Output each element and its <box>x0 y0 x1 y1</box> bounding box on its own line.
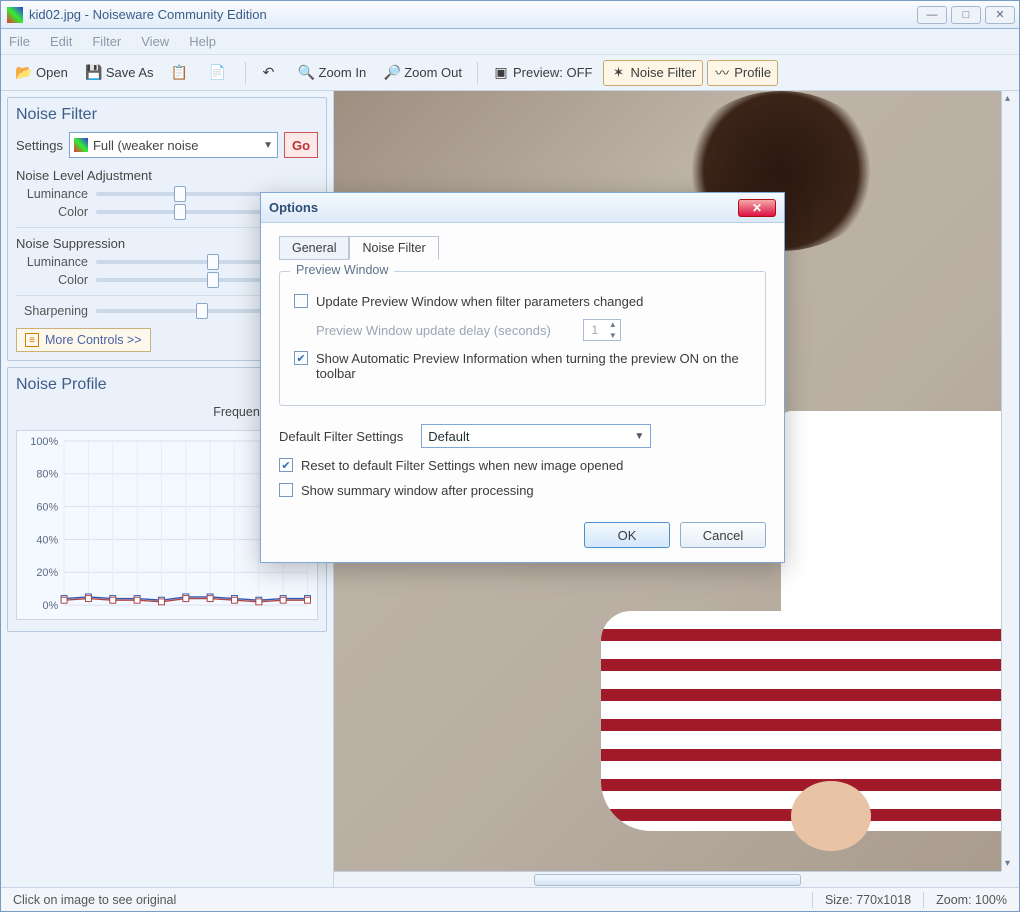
luminance-label: Luminance <box>16 187 88 201</box>
noise-filter-button[interactable]: ✶ Noise Filter <box>603 60 703 86</box>
reset-label: Reset to default Filter Settings when ne… <box>301 458 623 473</box>
color-label: Color <box>16 205 88 219</box>
undo-icon: ↶ <box>261 65 277 81</box>
menu-file[interactable]: File <box>9 34 30 49</box>
dialog-close-button[interactable]: ✕ <box>738 199 776 217</box>
preview-legend: Preview Window <box>290 263 394 277</box>
minimize-button[interactable]: — <box>917 6 947 24</box>
show-auto-label: Show Automatic Preview Information when … <box>316 351 751 381</box>
more-controls-button[interactable]: ≡ More Controls >> <box>16 328 151 352</box>
scroll-thumb[interactable] <box>534 874 801 886</box>
menu-filter[interactable]: Filter <box>92 34 121 49</box>
folder-open-icon: 📂 <box>16 65 32 81</box>
dialog-titlebar[interactable]: Options ✕ <box>261 193 784 223</box>
delay-value: 1 <box>584 323 606 337</box>
spin-up-icon[interactable]: ▲ <box>606 319 620 330</box>
zoom-in-button[interactable]: 🔍 Zoom In <box>292 60 374 86</box>
preview-window-group: Preview Window Update Preview Window whe… <box>279 271 766 406</box>
tab-noise-filter[interactable]: Noise Filter <box>349 236 438 260</box>
svg-text:40%: 40% <box>36 534 58 546</box>
open-label: Open <box>36 65 68 80</box>
undo-button[interactable]: ↶ <box>254 60 288 86</box>
svg-text:100%: 100% <box>30 436 58 448</box>
chevron-down-icon: ▼ <box>634 431 644 442</box>
svg-text:80%: 80% <box>36 469 58 481</box>
settings-value: Full (weaker noise <box>93 138 199 153</box>
dialog-title: Options <box>269 200 318 215</box>
default-settings-value: Default <box>428 429 469 444</box>
tab-general[interactable]: General <box>279 236 349 260</box>
summary-label: Show summary window after processing <box>301 483 534 498</box>
delay-label: Preview Window update delay (seconds) <box>316 323 551 338</box>
more-icon: ≡ <box>25 333 39 347</box>
divider <box>245 62 246 84</box>
paste-button[interactable]: 📄 <box>203 60 237 86</box>
spin-down-icon[interactable]: ▼ <box>606 330 620 341</box>
more-controls-label: More Controls >> <box>45 333 142 347</box>
svg-text:20%: 20% <box>36 567 58 579</box>
status-zoom: Zoom: 100% <box>924 893 1019 907</box>
paste-icon: 📄 <box>210 65 226 81</box>
update-preview-label: Update Preview Window when filter parame… <box>316 294 643 309</box>
show-auto-checkbox[interactable] <box>294 351 308 365</box>
update-preview-checkbox[interactable] <box>294 294 308 308</box>
preview-icon: ▣ <box>493 65 509 81</box>
go-button[interactable]: Go <box>284 132 318 158</box>
noise-level-group: Noise Level Adjustment <box>16 168 318 183</box>
settings-icon <box>74 138 88 152</box>
save-as-button[interactable]: 💾 Save As <box>79 60 161 86</box>
menubar: File Edit Filter View Help <box>1 29 1019 55</box>
menu-edit[interactable]: Edit <box>50 34 72 49</box>
horizontal-scrollbar[interactable] <box>334 871 1001 887</box>
summary-checkbox[interactable] <box>279 483 293 497</box>
menu-help[interactable]: Help <box>189 34 216 49</box>
divider <box>477 62 478 84</box>
toolbar: 📂Open 💾Save As 📋 📄 ↶ 🔍Zoom In 🔎Zoom Out … <box>1 55 1019 91</box>
zoom-in-icon: 🔍 <box>299 65 315 81</box>
menu-view[interactable]: View <box>141 34 169 49</box>
chevron-down-icon: ▼ <box>263 140 273 151</box>
color2-label: Color <box>16 273 88 287</box>
status-hint: Click on image to see original <box>1 893 188 907</box>
profile-button[interactable]: 〰 Profile <box>707 60 778 86</box>
close-button[interactable]: ✕ <box>985 6 1015 24</box>
status-size: Size: 770x1018 <box>813 893 923 907</box>
preview-toggle[interactable]: ▣ Preview: OFF <box>486 60 599 86</box>
default-settings-select[interactable]: Default ▼ <box>421 424 651 448</box>
copy-icon: 📋 <box>172 65 188 81</box>
preview-label: Preview: OFF <box>513 65 592 80</box>
copy-button[interactable]: 📋 <box>165 60 199 86</box>
cancel-button[interactable]: Cancel <box>680 522 766 548</box>
titlebar[interactable]: kid02.jpg - Noiseware Community Edition … <box>1 1 1019 29</box>
svg-text:0%: 0% <box>42 600 58 612</box>
zoom-in-label: Zoom In <box>319 65 367 80</box>
svg-text:60%: 60% <box>36 502 58 514</box>
zoom-out-label: Zoom Out <box>404 65 462 80</box>
noise-filter-icon: ✶ <box>610 65 626 81</box>
save-icon: 💾 <box>86 65 102 81</box>
settings-label: Settings <box>16 138 63 153</box>
delay-spinner[interactable]: 1 ▲▼ <box>583 319 621 341</box>
app-icon <box>7 7 23 23</box>
noise-filter-label: Noise Filter <box>630 65 696 80</box>
reset-checkbox[interactable] <box>279 458 293 472</box>
settings-select[interactable]: Full (weaker noise ▼ <box>69 132 278 158</box>
ok-button[interactable]: OK <box>584 522 670 548</box>
luminance2-label: Luminance <box>16 255 88 269</box>
zoom-out-button[interactable]: 🔎 Zoom Out <box>377 60 469 86</box>
window-title: kid02.jpg - Noiseware Community Edition <box>29 7 267 22</box>
maximize-button[interactable]: □ <box>951 6 981 24</box>
options-dialog: Options ✕ General Noise Filter Preview W… <box>260 192 785 563</box>
zoom-out-icon: 🔎 <box>384 65 400 81</box>
sharpening-label: Sharpening <box>16 304 88 318</box>
open-button[interactable]: 📂 Open <box>9 60 75 86</box>
save-as-label: Save As <box>106 65 154 80</box>
profile-label: Profile <box>734 65 771 80</box>
dialog-tabs: General Noise Filter <box>279 235 766 259</box>
default-settings-label: Default Filter Settings <box>279 429 403 444</box>
noise-filter-title: Noise Filter <box>16 106 318 124</box>
statusbar: Click on image to see original Size: 770… <box>1 887 1019 911</box>
profile-icon: 〰 <box>714 65 730 81</box>
vertical-scrollbar[interactable] <box>1001 91 1019 871</box>
